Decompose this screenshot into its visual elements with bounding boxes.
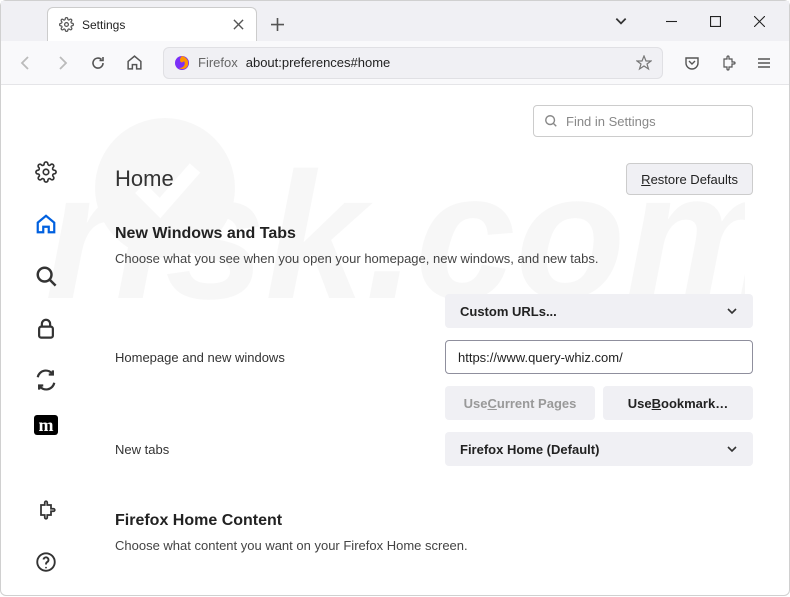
section-desc-windows-tabs: Choose what you see when you open your h…: [115, 251, 753, 266]
minimize-button[interactable]: [649, 5, 693, 37]
new-tab-button[interactable]: [263, 10, 291, 38]
sidebar-item-support[interactable]: [29, 545, 63, 579]
gear-icon: [58, 17, 74, 33]
select-value: Firefox Home (Default): [460, 442, 599, 457]
tab-settings[interactable]: Settings: [47, 7, 257, 41]
homepage-label: Homepage and new windows: [115, 350, 445, 365]
sidebar-item-sync[interactable]: [29, 363, 63, 397]
sidebar-item-more-from-mozilla[interactable]: m: [34, 415, 58, 435]
sidebar-item-general[interactable]: [29, 155, 63, 189]
home-button[interactable]: [119, 48, 149, 78]
restore-defaults-button[interactable]: Restore Defaults: [626, 163, 753, 195]
section-title-home-content: Firefox Home Content: [115, 512, 753, 530]
homepage-mode-select[interactable]: Custom URLs...: [445, 294, 753, 328]
section-desc-home-content: Choose what content you want on your Fir…: [115, 538, 753, 553]
tab-bar: Settings: [1, 1, 789, 41]
newtabs-mode-select[interactable]: Firefox Home (Default): [445, 432, 753, 466]
settings-search-input[interactable]: Find in Settings: [533, 105, 753, 137]
homepage-url-input[interactable]: [445, 340, 753, 374]
chevron-down-icon: [726, 305, 738, 317]
nav-toolbar: Firefox about:preferences#home: [1, 41, 789, 85]
extensions-button[interactable]: [713, 48, 743, 78]
section-title-windows-tabs: New Windows and Tabs: [115, 225, 753, 243]
newtabs-label: New tabs: [115, 442, 445, 457]
sidebar-item-privacy[interactable]: [29, 311, 63, 345]
search-icon: [544, 114, 558, 128]
use-bookmark-button[interactable]: Use Bookmark…: [603, 386, 753, 420]
tab-label: Settings: [82, 18, 222, 32]
url-bar[interactable]: Firefox about:preferences#home: [163, 47, 663, 79]
use-current-pages-button[interactable]: Use Current Pages: [445, 386, 595, 420]
firefox-logo-icon: [174, 55, 190, 71]
search-placeholder: Find in Settings: [566, 114, 656, 129]
page-title: Home: [115, 166, 174, 192]
pocket-button[interactable]: [677, 48, 707, 78]
settings-sidebar: m: [1, 85, 91, 597]
settings-main: Find in Settings Home Restore Defaults N…: [91, 85, 789, 597]
sidebar-item-home[interactable]: [29, 207, 63, 241]
app-menu-button[interactable]: [749, 48, 779, 78]
close-window-button[interactable]: [737, 5, 781, 37]
list-tabs-button[interactable]: [607, 7, 635, 35]
select-value: Custom URLs...: [460, 304, 557, 319]
bookmark-star-icon[interactable]: [636, 55, 652, 71]
close-tab-icon[interactable]: [230, 17, 246, 33]
reload-button[interactable]: [83, 48, 113, 78]
sidebar-item-search[interactable]: [29, 259, 63, 293]
forward-button[interactable]: [47, 48, 77, 78]
chevron-down-icon: [726, 443, 738, 455]
sidebar-item-extensions[interactable]: [29, 493, 63, 527]
url-protocol: Firefox: [198, 55, 238, 70]
maximize-button[interactable]: [693, 5, 737, 37]
url-text: about:preferences#home: [246, 55, 628, 70]
back-button[interactable]: [11, 48, 41, 78]
